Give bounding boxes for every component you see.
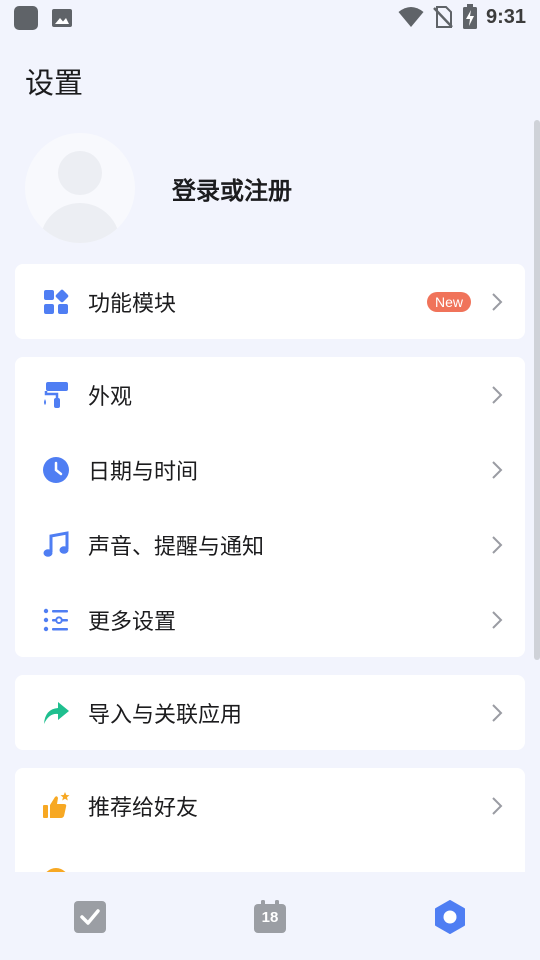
settings-item-label: 声音、提醒与通知 [88,534,265,560]
app-notification-icon [14,6,38,30]
settings-item-label: 更多设置 [88,609,177,635]
settings-item-label: 推荐给好友 [88,795,199,821]
page-title: 设置 [25,66,84,100]
chevron-right-icon [492,703,503,722]
profile-section[interactable]: 登录或注册 [25,133,505,243]
settings-item-label: 导入与关联应用 [88,702,243,728]
calendar-day-number: 18 [261,909,279,926]
settings-item-modules[interactable]: 功能模块 New [15,264,525,339]
grid-modules-icon [44,289,69,314]
nav-calendar[interactable]: 18 [253,900,287,934]
clock-icon [43,456,69,483]
bottom-navigation: 18 [0,872,540,960]
general-settings-card: 外观 日期与时间 声音、提醒与通知 更多设置 [15,357,525,657]
thumbs-up-star-icon [43,791,70,818]
settings-item-sound-notifications[interactable]: 声音、提醒与通知 [15,507,525,582]
new-badge: New [426,291,471,312]
battery-charging-icon [462,4,477,29]
import-card: 导入与关联应用 [15,675,525,750]
settings-item-import[interactable]: 导入与关联应用 [15,675,525,750]
nav-settings[interactable] [433,900,467,934]
settings-item-label: 日期与时间 [88,459,199,485]
paint-roller-icon [44,381,68,408]
settings-item-more-settings[interactable]: 更多设置 [15,582,525,657]
share-arrow-icon [44,701,69,724]
chevron-right-icon [492,460,503,479]
chevron-right-icon [492,535,503,554]
settings-item-appearance[interactable]: 外观 [15,357,525,432]
status-bar: 9:31 [0,0,540,36]
wifi-icon [398,7,424,27]
settings-item-date-time[interactable]: 日期与时间 [15,432,525,507]
chevron-right-icon [492,385,503,404]
login-register-link[interactable]: 登录或注册 [172,171,292,206]
settings-hexagon-icon [435,900,465,934]
modules-card: 功能模块 New [15,264,525,339]
chevron-right-icon [492,292,503,311]
scrollbar[interactable] [534,120,540,660]
avatar[interactable] [25,133,135,243]
music-note-icon [43,530,69,557]
avatar-body-shape [40,203,120,243]
image-notification-icon [52,9,72,27]
nav-tasks[interactable] [73,900,107,934]
settings-item-label: 外观 [88,384,133,410]
checkbox-tasks-icon [74,901,106,933]
settings-item-label: 功能模块 [88,291,177,317]
no-sim-icon [433,6,453,28]
status-time: 9:31 [485,5,526,28]
avatar-head-shape [58,151,102,195]
chevron-right-icon [492,796,503,815]
chevron-right-icon [492,610,503,629]
settings-item-recommend[interactable]: 推荐给好友 [15,768,525,843]
list-settings-icon [43,608,68,631]
